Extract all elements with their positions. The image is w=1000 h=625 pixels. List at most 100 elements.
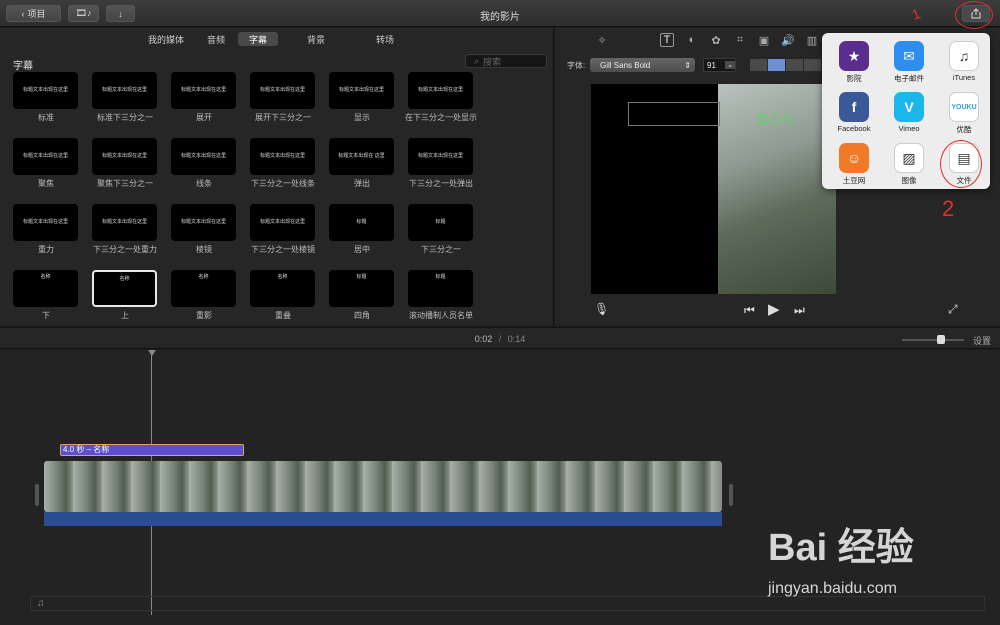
stabilization-icon[interactable]: ▣ [757,33,771,47]
font-size-input[interactable]: 91 ⌄ [703,58,736,72]
title-thumbnail[interactable]: 标题 [329,270,394,307]
share-item-mail[interactable]: ✉ 电子邮件 [881,35,937,83]
clip-right-handle[interactable] [729,484,733,506]
title-thumbnail-text: 标题 [435,219,446,225]
title-thumbnail[interactable]: 标题文本出现在这里 [13,204,78,241]
search-input[interactable]: ⌕ 搜索 [465,54,547,68]
microphone-icon[interactable]: 🎙 [594,302,609,316]
title-thumbnail-text: 标题 [356,219,367,225]
title-thumbnail[interactable]: 名称 [171,270,236,307]
title-thumbnail-text: 标题文本出现在这里 [22,87,68,93]
annotation-circle-share [955,1,993,29]
share-item-image[interactable]: ▨ 图像 [881,137,937,185]
title-thumbnail[interactable]: 名称 [250,270,315,307]
volume-icon[interactable]: 🔊 [781,33,795,47]
audio-waveform[interactable] [44,512,722,526]
color-balance-icon[interactable]: ◐ [685,33,699,47]
title-thumbnail-label: 滚动播制人员名单 [409,311,473,320]
title-thumbnail-label: 重叠 [275,311,291,320]
title-thumbnail[interactable]: 标题文本出现在这里 [92,72,157,109]
share-item-theater[interactable]: ★ 影院 [826,35,882,83]
tab-my-media[interactable]: 我的媒体 [144,32,188,46]
align-center-button[interactable] [768,59,786,71]
skip-back-icon[interactable]: ⏮ [744,303,755,318]
title-thumbnail[interactable]: 标题文本出现在这里 [171,72,236,109]
title-thumbnail[interactable]: 标题文本出现在这里 [171,204,236,241]
title-thumbnail[interactable]: 标题文本出现在这里 [250,204,315,241]
share-item-facebook[interactable]: f Facebook [826,86,882,134]
title-thumbnail[interactable]: 标题文本出现在这里 [13,138,78,175]
share-item-itunes[interactable]: ♫ iTunes [936,35,992,83]
title-thumbnail-label: 下三分之一处棱镜 [251,245,315,254]
title-thumbnail[interactable]: 名称 [13,270,78,307]
title-thumbnail-label: 重影 [196,311,212,320]
browser-tabs: 我的媒体 音频 字幕 背景 转场 [0,32,554,48]
title-thumbnail[interactable]: 标题文本出现在这里 [250,72,315,109]
title-thumbnail-label: 展开 [196,113,212,122]
content-browser: 我的媒体 音频 字幕 背景 转场 字幕 ⌕ 搜索 标题文本出现在这里 标准 标题文本… [0,28,554,325]
share-item-vimeo[interactable]: V Vimeo [881,86,937,134]
magic-wand-icon[interactable]: ✧ [595,33,609,47]
equalizer-icon[interactable]: ▥ [805,33,819,47]
title-thumbnail[interactable]: 标题 [329,204,394,241]
clip-left-handle[interactable] [35,484,39,506]
overlay-text: 此心心 [756,111,796,126]
title-thumbnail[interactable]: 标题 [408,270,473,307]
title-thumbnail[interactable]: 标题文本出现在这里 [92,204,157,241]
title-thumbnail-text: 标题文本出现在这里 [22,219,68,225]
title-thumbnail[interactable]: 标题文本出现在这里 [171,138,236,175]
title-text-icon[interactable]: T [660,33,674,47]
share-item-label: Vimeo [898,124,920,133]
align-right-button[interactable] [786,59,804,71]
music-track[interactable]: ♫ [30,596,985,611]
title-thumbnail[interactable]: 标题文本出现在这里 [408,138,473,175]
title-thumbnail[interactable]: 标题文本出现在这里 [408,72,473,109]
title-thumbnail-label: 上 [121,311,129,320]
title-thumbnail-text: 标题文本出现在这里 [417,87,463,93]
title-clip[interactable]: 4.0 秒 – 名称 [60,444,244,456]
title-thumbnail[interactable]: 标题文本出现在这里 [250,138,315,175]
skip-forward-icon[interactable]: ⏭ [794,303,805,318]
title-thumbnail-label: 标准 [38,113,54,122]
title-thumbnail[interactable]: 标题文本出现在这里 [329,72,394,109]
tab-transitions[interactable]: 转场 [367,32,403,46]
font-size-value: 91 [707,60,716,70]
title-thumbnail-text: 标题文本出现在这里 [259,153,305,159]
align-justify-button[interactable] [804,59,822,71]
title-thumbnail-text: 名称 [277,274,288,280]
share-item-tudou[interactable]: ☺ 土豆网 [826,137,882,185]
share-item-label: 优酷 [956,125,972,134]
title-thumbnail-text: 名称 [40,274,51,280]
title-text-box[interactable] [628,102,720,126]
title-thumbnail-text: 名称 [198,274,209,280]
align-left-button[interactable] [750,59,768,71]
title-thumbnail[interactable]: 标题文本出现在 这里 [329,138,394,175]
video-clip[interactable] [44,461,722,512]
current-time: 0:02 [474,334,493,344]
vimeo-icon: V [894,92,924,122]
title-thumbnail[interactable]: 标题文本出现在这里 [13,72,78,109]
title-thumbnail[interactable]: 标题 [408,204,473,241]
title-thumbnail-label: 下三分之一处重力 [93,245,157,254]
fullscreen-icon[interactable]: ⤢ [948,302,958,317]
title-thumbnail-label: 标准下三分之一 [97,113,153,122]
tab-backgrounds[interactable]: 背景 [298,32,334,46]
title-thumbnail-text: 名称 [119,276,130,282]
theater-icon: ★ [839,41,869,71]
play-icon[interactable]: ▶ [768,300,780,318]
title-thumbnail-label: 展开下三分之一 [255,113,311,122]
font-select[interactable]: Gill Sans Bold ⇕ [590,58,695,72]
crop-icon[interactable]: ⌗ [733,33,747,47]
itunes-icon: ♫ [949,41,979,71]
color-palette-icon[interactable]: ✿ [709,33,723,47]
title-thumbnail-label: 居中 [354,245,370,254]
title-thumbnail-label: 重力 [38,245,54,254]
tab-titles[interactable]: 字幕 [238,32,278,46]
title-thumbnail-label: 线条 [196,179,212,188]
section-title: 字幕 [13,61,33,72]
playhead-marker-icon[interactable] [148,350,156,356]
share-item-youku[interactable]: YOUKU 优酷 [936,86,992,134]
title-thumbnail[interactable]: 标题文本出现在这里 [92,138,157,175]
tab-audio[interactable]: 音频 [200,32,232,46]
title-thumbnail[interactable]: 名称 [92,270,157,307]
